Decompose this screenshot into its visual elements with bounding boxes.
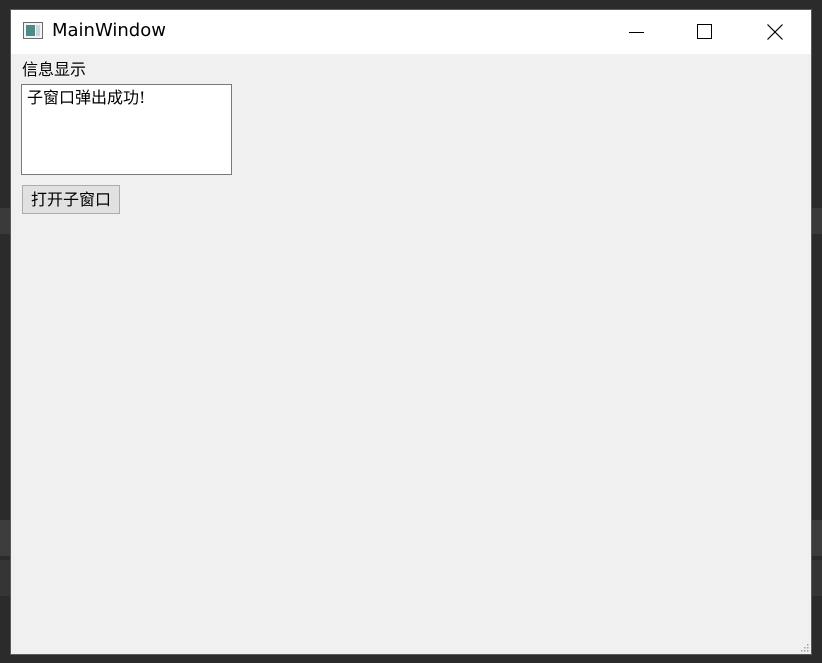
minimize-icon [629,32,644,33]
title-bar[interactable]: MainWindow [11,10,811,54]
info-display-textbox[interactable]: 子窗口弹出成功! [21,84,232,175]
desktop-background: MainWindow 信息显示 子窗口弹出成功! 打开子窗口 [0,0,822,663]
main-window: MainWindow 信息显示 子窗口弹出成功! 打开子窗口 [11,10,811,654]
window-title: MainWindow [52,20,166,41]
client-area: 信息显示 子窗口弹出成功! 打开子窗口 [11,54,811,654]
resize-grip-icon[interactable] [799,642,809,652]
app-window-icon [23,22,43,39]
close-button[interactable] [752,10,798,54]
maximize-button[interactable] [682,10,728,54]
minimize-button[interactable] [614,10,660,54]
maximize-icon [697,24,712,39]
open-child-window-button[interactable]: 打开子窗口 [22,185,120,214]
info-display-label: 信息显示 [22,60,87,79]
close-icon [767,24,783,40]
